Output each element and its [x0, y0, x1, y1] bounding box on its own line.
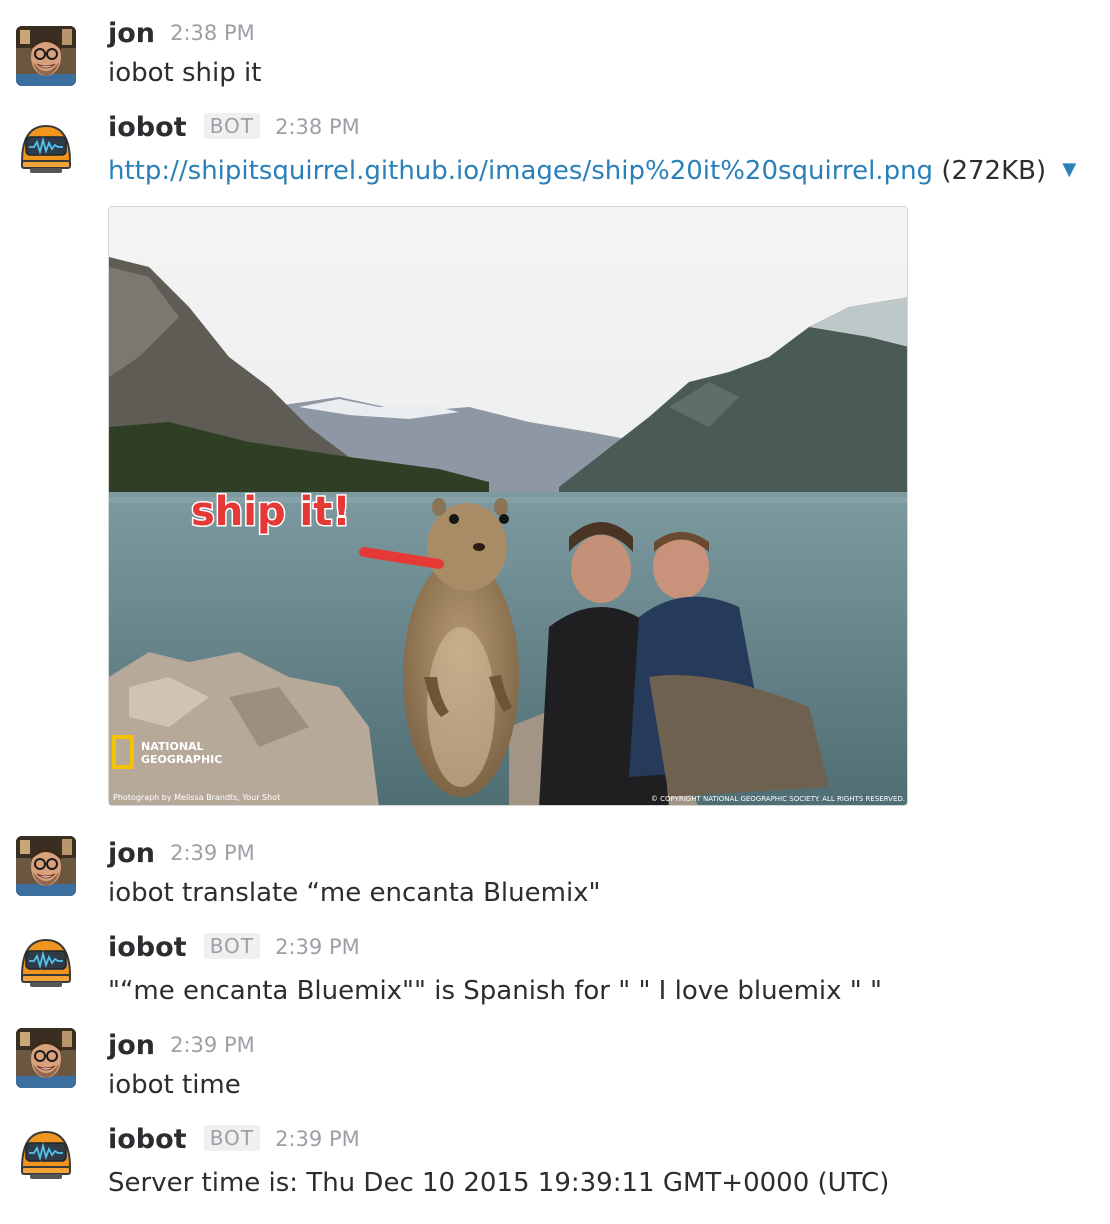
- logo-line-1: NATIONAL: [141, 740, 204, 753]
- message-jon-2: jon 2:39 PM iobot translate “me encanta …: [0, 834, 1110, 914]
- timestamp[interactable]: 2:39 PM: [275, 1127, 360, 1151]
- message-header: jon 2:39 PM: [108, 1030, 255, 1066]
- attachment-link-line: http://shipitsquirrel.github.io/images/s…: [108, 156, 1076, 186]
- author-name[interactable]: jon: [108, 18, 155, 49]
- message-text: iobot time: [108, 1070, 241, 1100]
- message-iobot-3: iobot BOT 2:39 PM Server time is: Thu De…: [0, 1120, 1110, 1210]
- user-avatar-icon[interactable]: [16, 26, 76, 86]
- timestamp[interactable]: 2:39 PM: [275, 935, 360, 959]
- caret-down-icon[interactable]: ▼: [1062, 159, 1076, 180]
- timestamp[interactable]: 2:38 PM: [275, 115, 360, 139]
- message-header: jon 2:38 PM: [108, 18, 255, 54]
- file-size: (272KB): [941, 156, 1047, 186]
- message-text: Server time is: Thu Dec 10 2015 19:39:11…: [108, 1168, 890, 1198]
- message-iobot-2: iobot BOT 2:39 PM "“me encanta Bluemix""…: [0, 928, 1110, 1008]
- timestamp[interactable]: 2:39 PM: [170, 1033, 255, 1057]
- robot-avatar-icon[interactable]: [16, 1124, 76, 1184]
- message-header: iobot BOT 2:38 PM: [108, 112, 360, 148]
- photo-credit-left: Photograph by Melissa Brandts, Your Shot: [113, 793, 280, 802]
- image-link[interactable]: http://shipitsquirrel.github.io/images/s…: [108, 156, 933, 186]
- timestamp[interactable]: 2:39 PM: [170, 841, 255, 865]
- robot-avatar-icon[interactable]: [16, 932, 76, 992]
- message-header: jon 2:39 PM: [108, 838, 255, 874]
- bot-badge: BOT: [203, 113, 261, 139]
- author-name[interactable]: iobot: [108, 1124, 187, 1155]
- message-header: iobot BOT 2:39 PM: [108, 932, 360, 968]
- squirrel-photo: NATIONAL GEOGRAPHIC Photograph by Meliss…: [109, 207, 907, 805]
- message-header: iobot BOT 2:39 PM: [108, 1124, 360, 1160]
- author-name[interactable]: iobot: [108, 932, 187, 963]
- bot-badge: BOT: [203, 933, 261, 959]
- image-attachment[interactable]: NATIONAL GEOGRAPHIC Photograph by Meliss…: [108, 206, 908, 806]
- ship-it-overlay: ship it!: [191, 489, 351, 535]
- logo-line-2: GEOGRAPHIC: [141, 753, 222, 766]
- message-jon-1: jon 2:38 PM iobot ship it: [0, 14, 1110, 88]
- message-text: iobot translate “me encanta Bluemix": [108, 878, 601, 908]
- message-text: iobot ship it: [108, 58, 262, 88]
- user-avatar-icon[interactable]: [16, 1028, 76, 1088]
- robot-avatar-icon[interactable]: [16, 118, 76, 178]
- author-name[interactable]: iobot: [108, 112, 187, 143]
- user-avatar-icon[interactable]: [16, 836, 76, 896]
- message-jon-3: jon 2:39 PM iobot time: [0, 1026, 1110, 1106]
- author-name[interactable]: jon: [108, 838, 155, 869]
- author-name[interactable]: jon: [108, 1030, 155, 1061]
- photo-credit-right: © COPYRIGHT NATIONAL GEOGRAPHIC SOCIETY.…: [651, 795, 905, 803]
- timestamp[interactable]: 2:38 PM: [170, 21, 255, 45]
- message-text: "“me encanta Bluemix"" is Spanish for " …: [108, 976, 882, 1006]
- bot-badge: BOT: [203, 1125, 261, 1151]
